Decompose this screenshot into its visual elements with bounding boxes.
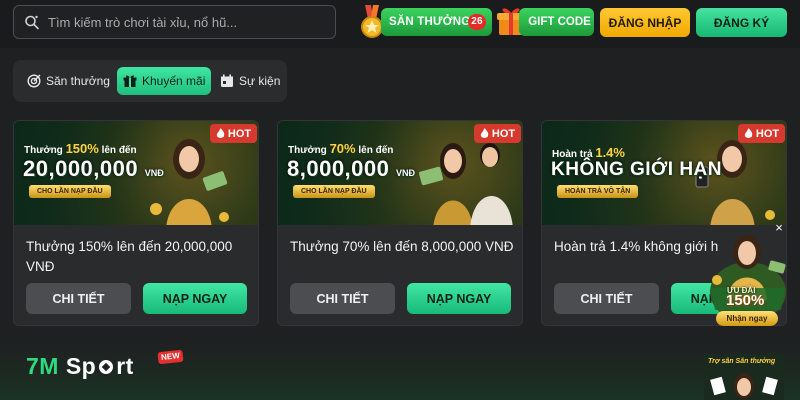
register-button[interactable]: ĐĂNG KÝ [696,8,787,37]
tab-su-kien[interactable]: Sự kiện [214,67,286,95]
banner-amount: 8,000,000 VNĐ [287,156,416,181]
tab-san-thuong[interactable]: Săn thưởng [21,67,116,95]
brand-logo[interactable]: 7M Sp rt [26,353,134,380]
promo-banner[interactable]: Thưởng 70% lên đến 8,000,000 VNĐ CHO LẦN… [278,121,522,225]
soccer-ball-icon [97,357,116,376]
login-button[interactable]: ĐĂNG NHẬP [600,8,690,37]
hunt-rewards-button[interactable]: SĂN THƯỞNG 26 [381,8,492,36]
tab-su-kien-label: Sự kiện [239,74,281,88]
promo-card: Thưởng 150% lên đến 20,000,000 VNĐ CHO L… [13,120,259,326]
claim-now-button[interactable]: Nhận ngay [716,311,778,326]
register-label: ĐĂNG KÝ [713,15,770,30]
tab-san-thuong-label: Săn thưởng [46,74,110,88]
fire-icon [744,128,753,138]
banner-headline: Hoàn trả 1.4% [552,145,625,160]
detail-button[interactable]: CHI TIẾT [26,283,131,314]
promo-card: Thưởng 70% lên đến 8,000,000 VNĐ CHO LẦN… [277,120,523,326]
gift-code-label: GIFT CODE [528,16,591,28]
promo-percent: 150% [726,292,765,309]
tab-khuyen-mai-label: Khuyến mãi [142,74,206,88]
corner-ad-text: Trợ sân Săn thưởng [708,358,776,365]
banner-subtitle: CHO LẦN NẠP ĐẦU [29,185,111,198]
promo-title: Thưởng 150% lên đến 20,000,000 VNĐ [26,239,233,274]
banner-headline: Thưởng 70% lên đến [288,141,394,156]
fire-icon [480,128,489,138]
promo-title: Thưởng 70% lên đến 8,000,000 VNĐ [290,239,514,254]
hot-badge: HOT [210,124,257,143]
hunt-count-badge: 26 [468,14,486,30]
banner-amount: KHÔNG GIỚI HẠN [551,159,722,180]
promo-tabs: Săn thưởng Khuyến mãi Sự kiện [13,60,287,102]
detail-button[interactable]: CHI TIẾT [554,283,659,314]
close-promo-icon[interactable]: × [772,221,786,235]
search-icon [24,14,40,30]
deposit-now-button[interactable]: NẠP NGAY [407,283,511,314]
banner-headline: Thưởng 150% lên đến [24,141,137,156]
gift-icon [123,75,137,87]
tab-khuyen-mai[interactable]: Khuyến mãi [117,67,212,95]
promo-banner[interactable]: Thưởng 150% lên đến 20,000,000 VNĐ CHO L… [14,121,258,225]
promo-model-image [419,143,513,225]
target-icon [27,74,41,88]
login-label: ĐĂNG NHẬP [608,15,682,30]
calendar-icon [221,74,233,87]
search-box[interactable] [13,5,336,39]
deposit-now-button[interactable]: NẠP NGAY [143,283,247,314]
gift-code-button[interactable]: GIFT CODE [519,8,594,36]
banner-subtitle: HOÀN TRẢ VÔ TẬN [557,185,639,198]
hot-badge: HOT [474,124,521,143]
hunt-rewards-label: SĂN THƯỞNG [389,16,471,28]
fire-icon [216,128,225,138]
hot-badge: HOT [738,124,785,143]
promo-banner[interactable]: Hoàn trả 1.4% KHÔNG GIỚI HẠN HOÀN TRẢ VÔ… [542,121,786,225]
detail-button[interactable]: CHI TIẾT [290,283,395,314]
search-input[interactable] [48,14,318,30]
banner-amount: 20,000,000 VNĐ [23,156,164,181]
banner-subtitle: CHO LẦN NẠP ĐẦU [293,185,375,198]
